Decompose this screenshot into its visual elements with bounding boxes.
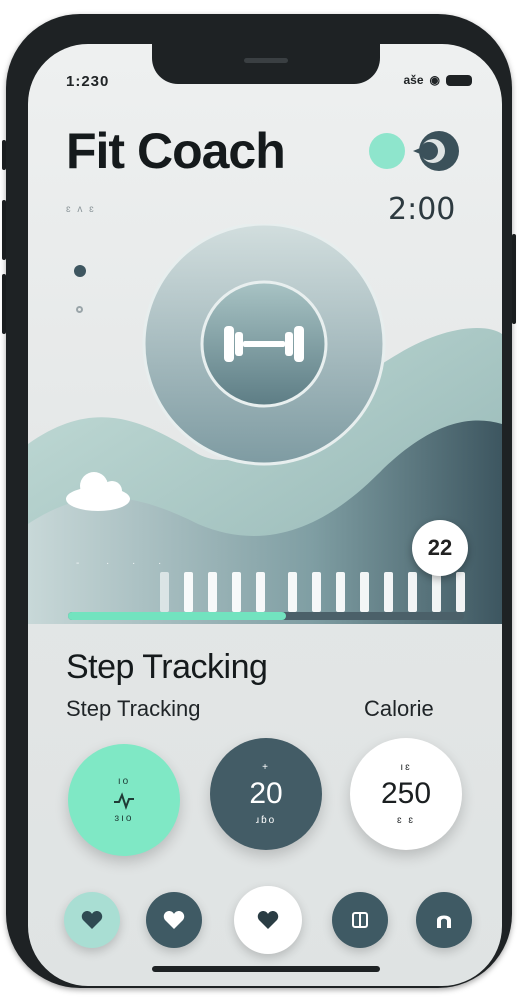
speaker bbox=[244, 58, 288, 63]
workout-timer: 2:00 bbox=[388, 192, 456, 227]
heart-icon bbox=[257, 911, 279, 929]
journal-icon bbox=[352, 912, 368, 928]
status-time: 1:230 bbox=[66, 73, 110, 90]
nav-heart-2[interactable] bbox=[146, 892, 202, 948]
mute-switch bbox=[2, 140, 6, 170]
stat-top: ıo bbox=[117, 776, 131, 787]
tick-bar bbox=[312, 572, 321, 612]
power-button bbox=[512, 234, 516, 324]
section-title: Step Tracking bbox=[66, 648, 268, 686]
subtitle-calorie: Calorie bbox=[364, 696, 434, 721]
stat-bottom: ɹɓo bbox=[255, 815, 277, 826]
notch bbox=[152, 44, 380, 84]
tick-label: · bbox=[106, 558, 109, 569]
arch-icon bbox=[437, 915, 451, 928]
signal-label: aše bbox=[403, 73, 424, 87]
home-indicator bbox=[152, 966, 380, 972]
side-label: ɛ ʌ ɛ bbox=[66, 204, 96, 215]
app-title: Fit Coach bbox=[66, 123, 286, 179]
stat-top: + bbox=[262, 762, 270, 773]
nav-arch[interactable] bbox=[416, 892, 472, 948]
volume-down-button bbox=[2, 274, 6, 334]
heartbeat-icon bbox=[114, 792, 134, 810]
count-badge: 22 bbox=[412, 520, 468, 576]
stat-top: ıɛ bbox=[400, 762, 412, 773]
stat-bottom: ɜıo bbox=[114, 813, 134, 824]
progress-fill bbox=[68, 612, 286, 620]
progress-bar[interactable] bbox=[68, 612, 464, 620]
heart-icon bbox=[81, 911, 103, 929]
tick-bar bbox=[456, 572, 465, 612]
tick-bar bbox=[408, 572, 417, 612]
tick-label: - bbox=[76, 558, 79, 569]
tick-bar bbox=[336, 572, 345, 612]
nav-journal[interactable] bbox=[332, 892, 388, 948]
bottom-nav bbox=[28, 886, 502, 954]
stat-value: 250 bbox=[380, 777, 432, 810]
tick-bar bbox=[184, 572, 193, 612]
stat-steps[interactable]: + 20 ɹɓo bbox=[210, 738, 322, 850]
volume-up-button bbox=[2, 200, 6, 260]
tick-label: · bbox=[132, 558, 135, 569]
nav-heart-1[interactable] bbox=[64, 892, 120, 948]
tick-bar bbox=[208, 572, 217, 612]
nav-heart-3[interactable] bbox=[234, 886, 302, 954]
tick-bar bbox=[160, 572, 169, 612]
heart-icon bbox=[163, 911, 185, 929]
tick-bar bbox=[432, 572, 441, 612]
wifi-icon: ◉ bbox=[429, 73, 440, 87]
stat-bottom: ɛ ɛ bbox=[397, 815, 415, 826]
tick-bar bbox=[360, 572, 369, 612]
stat-heartrate[interactable]: ıo ɜıo bbox=[68, 744, 180, 856]
battery-icon bbox=[446, 74, 472, 86]
toggle-left-dot bbox=[369, 133, 405, 169]
app-screen: 1:230 aše ◉ Fit Coach 2:00 ɛ ʌ ɛ - · · ·… bbox=[28, 44, 502, 986]
tick-bar bbox=[232, 572, 241, 612]
subtitle-steps: Step Tracking bbox=[66, 696, 201, 721]
tick-bar bbox=[384, 572, 393, 612]
phone-frame: 1:230 aše ◉ Fit Coach 2:00 ɛ ʌ ɛ - · · ·… bbox=[2, 14, 516, 988]
stat-calories[interactable]: ıɛ 250 ɛ ɛ bbox=[350, 738, 462, 850]
tick-bar bbox=[256, 572, 265, 612]
mode-toggle[interactable] bbox=[363, 128, 463, 174]
tick-label: · bbox=[158, 558, 161, 569]
tick-bar bbox=[288, 572, 297, 612]
stat-value: 20 bbox=[249, 777, 283, 810]
status-icons: aše ◉ bbox=[403, 73, 472, 87]
